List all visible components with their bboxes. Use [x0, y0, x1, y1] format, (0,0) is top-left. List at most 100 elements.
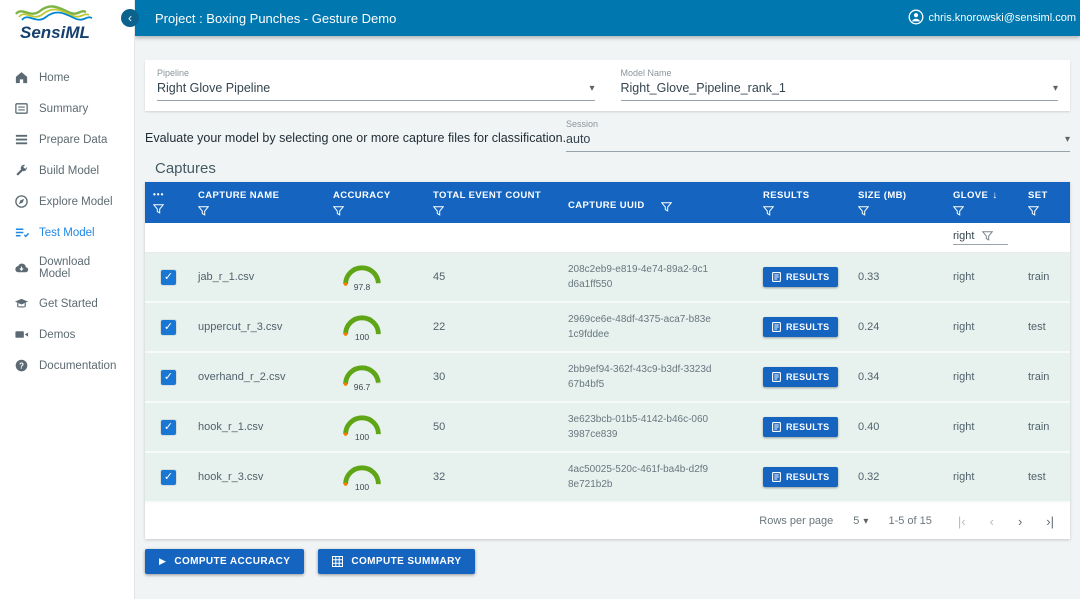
session-label: Session — [566, 119, 1070, 129]
filter-icon[interactable] — [198, 206, 209, 216]
selection-panel: Pipeline Right Glove Pipeline ▾ Model Na… — [145, 60, 1070, 111]
filter-icon[interactable] — [153, 204, 164, 214]
graduation-cap-icon — [14, 296, 29, 311]
sidebar-item-get-started[interactable]: Get Started — [0, 288, 134, 319]
filter-icon[interactable] — [333, 206, 344, 216]
sidebar-item-summary[interactable]: Summary — [0, 93, 134, 124]
results-button[interactable]: RESULTS — [763, 267, 838, 287]
check-icon: ✓ — [164, 421, 173, 433]
evaluate-instruction: Evaluate your model by selecting one or … — [145, 131, 566, 152]
compute-summary-button[interactable]: COMPUTE SUMMARY — [318, 549, 475, 574]
results-button[interactable]: RESULTS — [763, 367, 838, 387]
sidebar-item-prepare-data[interactable]: Prepare Data — [0, 124, 134, 155]
filter-icon[interactable] — [858, 206, 869, 216]
column-header-glove[interactable]: GLOVE↓ — [945, 188, 1020, 218]
pipeline-value: Right Glove Pipeline — [157, 81, 270, 95]
pipeline-label: Pipeline — [157, 68, 595, 78]
size-mb: 0.24 — [850, 321, 945, 333]
sensiml-logo[interactable]: SensiML — [0, 0, 134, 52]
capture-name: hook_r_1.csv — [190, 421, 325, 433]
next-page-icon[interactable]: › — [1018, 514, 1022, 529]
logo-text: SensiML — [20, 23, 90, 42]
glove-filter-input[interactable]: right — [953, 230, 1008, 245]
grid-icon — [332, 556, 343, 567]
check-icon: ✓ — [164, 471, 173, 483]
capture-name: jab_r_1.csv — [190, 271, 325, 283]
main-content: Pipeline Right Glove Pipeline ▾ Model Na… — [135, 36, 1080, 599]
cloud-download-icon — [14, 261, 29, 276]
sidebar-item-label: Test Model — [39, 227, 95, 239]
column-header-results[interactable]: RESULTS — [755, 188, 850, 218]
set-value: train — [1020, 371, 1070, 383]
set-value: test — [1020, 321, 1070, 333]
model-name-select[interactable]: Right_Glove_Pipeline_rank_1 ▾ — [621, 81, 1059, 101]
sidebar-item-home[interactable]: Home — [0, 62, 134, 93]
filter-row: right — [145, 223, 1070, 253]
size-mb: 0.32 — [850, 471, 945, 483]
column-menu-icon[interactable]: ••• — [153, 190, 182, 199]
pipeline-select[interactable]: Right Glove Pipeline ▾ — [157, 81, 595, 101]
rows-per-page-label: Rows per page — [759, 515, 833, 527]
column-header-accuracy[interactable]: ACCURACY — [325, 188, 425, 218]
first-page-icon[interactable]: |‹ — [958, 514, 966, 529]
last-page-icon[interactable]: ›| — [1046, 514, 1054, 529]
compute-accuracy-button[interactable]: ▶ COMPUTE ACCURACY — [145, 549, 304, 574]
document-icon — [772, 322, 781, 332]
glove-value: right — [945, 371, 1020, 383]
column-header-set[interactable]: SET — [1020, 188, 1070, 218]
home-icon — [14, 70, 29, 85]
results-button[interactable]: RESULTS — [763, 417, 838, 437]
sidebar-item-demos[interactable]: Demos — [0, 319, 134, 350]
evaluate-row: Evaluate your model by selecting one or … — [145, 119, 1070, 152]
model-name-value: Right_Glove_Pipeline_rank_1 — [621, 81, 786, 95]
sort-desc-icon[interactable]: ↓ — [992, 190, 997, 201]
row-checkbox[interactable]: ✓ — [161, 320, 176, 335]
accuracy-gauge: 96.7 — [339, 362, 385, 392]
rows-per-page-select[interactable]: 5 ▾ — [853, 515, 868, 527]
filter-icon[interactable] — [763, 206, 774, 216]
results-button[interactable]: RESULTS — [763, 467, 838, 487]
filter-icon[interactable] — [661, 202, 672, 212]
select-column-header: ••• — [145, 188, 190, 218]
filter-icon[interactable] — [433, 206, 444, 216]
results-button[interactable]: RESULTS — [763, 317, 838, 337]
event-count: 22 — [425, 321, 560, 333]
capture-uuid: 2bb9ef94-362f-43c9-b3df-3323d67b4bf5 — [560, 362, 755, 392]
column-header-capture-name[interactable]: CAPTURE NAME — [190, 188, 325, 218]
user-account[interactable]: chris.knorowski@sensiml.com — [908, 9, 1076, 28]
row-checkbox[interactable]: ✓ — [161, 420, 176, 435]
accuracy-gauge: 100 — [339, 462, 385, 492]
sidebar-item-label: Demos — [39, 329, 75, 341]
table-row: ✓ hook_r_1.csv 100 50 3e623bcb-01b5-4142… — [145, 403, 1070, 453]
prev-page-icon[interactable]: ‹ — [990, 514, 994, 529]
sidebar-item-build-model[interactable]: Build Model — [0, 155, 134, 186]
table-row: ✓ uppercut_r_3.csv 100 22 2969ce6e-48df-… — [145, 303, 1070, 353]
sidebar-item-test-model[interactable]: Test Model — [0, 217, 134, 248]
filter-icon[interactable] — [1028, 206, 1039, 216]
size-mb: 0.40 — [850, 421, 945, 433]
table-row: ✓ hook_r_3.csv 100 32 4ac50025-520c-461f… — [145, 453, 1070, 503]
row-checkbox[interactable]: ✓ — [161, 370, 176, 385]
event-count: 30 — [425, 371, 560, 383]
filter-icon[interactable] — [953, 206, 964, 216]
row-checkbox[interactable]: ✓ — [161, 470, 176, 485]
chevron-down-icon: ▾ — [1065, 134, 1070, 145]
sidebar-item-documentation[interactable]: ? Documentation — [0, 350, 134, 381]
sidebar-collapse-button[interactable]: ‹ — [121, 9, 139, 27]
session-select[interactable]: auto ▾ — [566, 132, 1070, 152]
glove-value: right — [945, 321, 1020, 333]
sidebar-item-explore-model[interactable]: Explore Model — [0, 186, 134, 217]
capture-uuid: 3e623bcb-01b5-4142-b46c-0603987ce839 — [560, 412, 755, 442]
capture-name: overhand_r_2.csv — [190, 371, 325, 383]
column-header-total-event-count[interactable]: TOTAL EVENT COUNT — [425, 188, 560, 218]
filter-icon[interactable] — [982, 231, 993, 241]
sidebar-item-download-model[interactable]: Download Model — [0, 248, 134, 288]
column-header-capture-uuid[interactable]: CAPTURE UUID — [560, 188, 755, 218]
row-checkbox[interactable]: ✓ — [161, 270, 176, 285]
user-icon — [908, 9, 924, 28]
pagination-bar: Rows per page 5 ▾ 1-5 of 15 |‹ ‹ › ›| — [145, 503, 1070, 539]
compass-icon — [14, 194, 29, 209]
column-header-size[interactable]: SIZE (MB) — [850, 188, 945, 218]
sidebar-item-label: Summary — [39, 103, 88, 115]
sidebar-item-label: Home — [39, 72, 70, 84]
